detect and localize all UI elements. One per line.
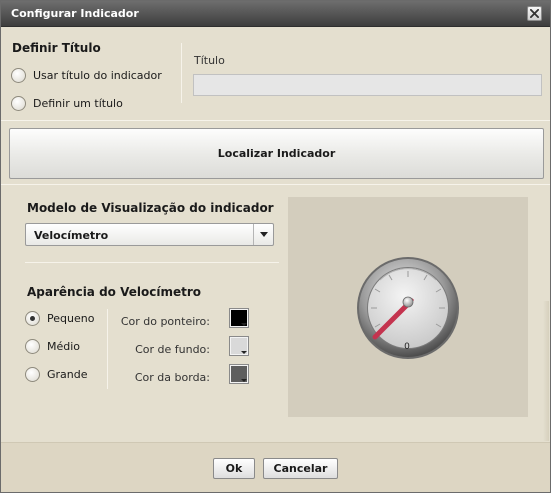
cancel-button[interactable]: Cancelar xyxy=(263,458,338,479)
size-large-label: Grande xyxy=(47,368,88,381)
size-medium-radio[interactable] xyxy=(25,339,40,354)
use-indicator-title-option[interactable]: Usar título do indicador xyxy=(11,68,162,83)
dialog-footer: Ok Cancelar xyxy=(1,442,550,492)
visualization-divider xyxy=(25,262,279,263)
title-section-divider xyxy=(181,43,182,103)
gauge-hub xyxy=(402,296,414,308)
chevron-down-icon xyxy=(241,379,247,382)
panel-edge xyxy=(543,301,549,441)
border-color-label: Cor da borda: xyxy=(134,371,210,384)
locate-indicator-button[interactable]: Localizar Indicador xyxy=(9,128,544,179)
border-color-picker[interactable] xyxy=(229,364,249,384)
define-title-label: Definir um título xyxy=(33,97,123,110)
appearance-heading: Aparência do Velocímetro xyxy=(27,285,201,299)
title-input[interactable] xyxy=(193,74,542,96)
close-button[interactable] xyxy=(527,6,542,21)
section-divider-top xyxy=(1,120,550,121)
visualization-select-value: Velocímetro xyxy=(34,229,109,242)
dialog-title: Configurar Indicador xyxy=(11,7,139,20)
ok-button[interactable]: Ok xyxy=(213,458,255,479)
size-option-large[interactable]: Grande xyxy=(25,367,88,382)
section-divider-middle xyxy=(1,184,550,185)
background-color-label: Cor de fundo: xyxy=(135,343,210,356)
needle-color-picker[interactable] xyxy=(229,308,249,328)
appearance-divider xyxy=(107,309,108,389)
title-field-label: Título xyxy=(194,54,225,67)
size-small-label: Pequeno xyxy=(47,312,95,325)
needle-color-label: Cor do ponteiro: xyxy=(120,315,210,328)
define-title-radio[interactable] xyxy=(11,96,26,111)
define-title-heading: Definir Título xyxy=(12,41,101,55)
gauge-value-label: 0 xyxy=(404,342,410,352)
gauge-preview-panel: 0 xyxy=(288,197,528,417)
use-indicator-title-radio[interactable] xyxy=(11,68,26,83)
use-indicator-title-label: Usar título do indicador xyxy=(33,69,162,82)
size-option-medium[interactable]: Médio xyxy=(25,339,80,354)
title-bar: Configurar Indicador xyxy=(1,1,550,27)
size-large-radio[interactable] xyxy=(25,367,40,382)
chevron-down-icon xyxy=(241,323,247,326)
size-medium-label: Médio xyxy=(47,340,81,353)
define-title-option[interactable]: Definir um título xyxy=(11,96,123,111)
configure-indicator-dialog: Configurar Indicador Definir Título Usar… xyxy=(0,0,551,493)
visualization-select[interactable]: Velocímetro xyxy=(25,223,274,246)
close-icon xyxy=(530,9,539,18)
size-small-radio[interactable] xyxy=(25,311,40,326)
chevron-down-icon xyxy=(241,351,247,354)
chevron-down-icon[interactable] xyxy=(253,224,273,245)
background-color-picker[interactable] xyxy=(229,336,249,356)
speedometer-gauge: 0 xyxy=(357,257,459,359)
visualization-heading: Modelo de Visualização do indicador xyxy=(27,201,274,215)
size-option-small[interactable]: Pequeno xyxy=(25,311,94,326)
